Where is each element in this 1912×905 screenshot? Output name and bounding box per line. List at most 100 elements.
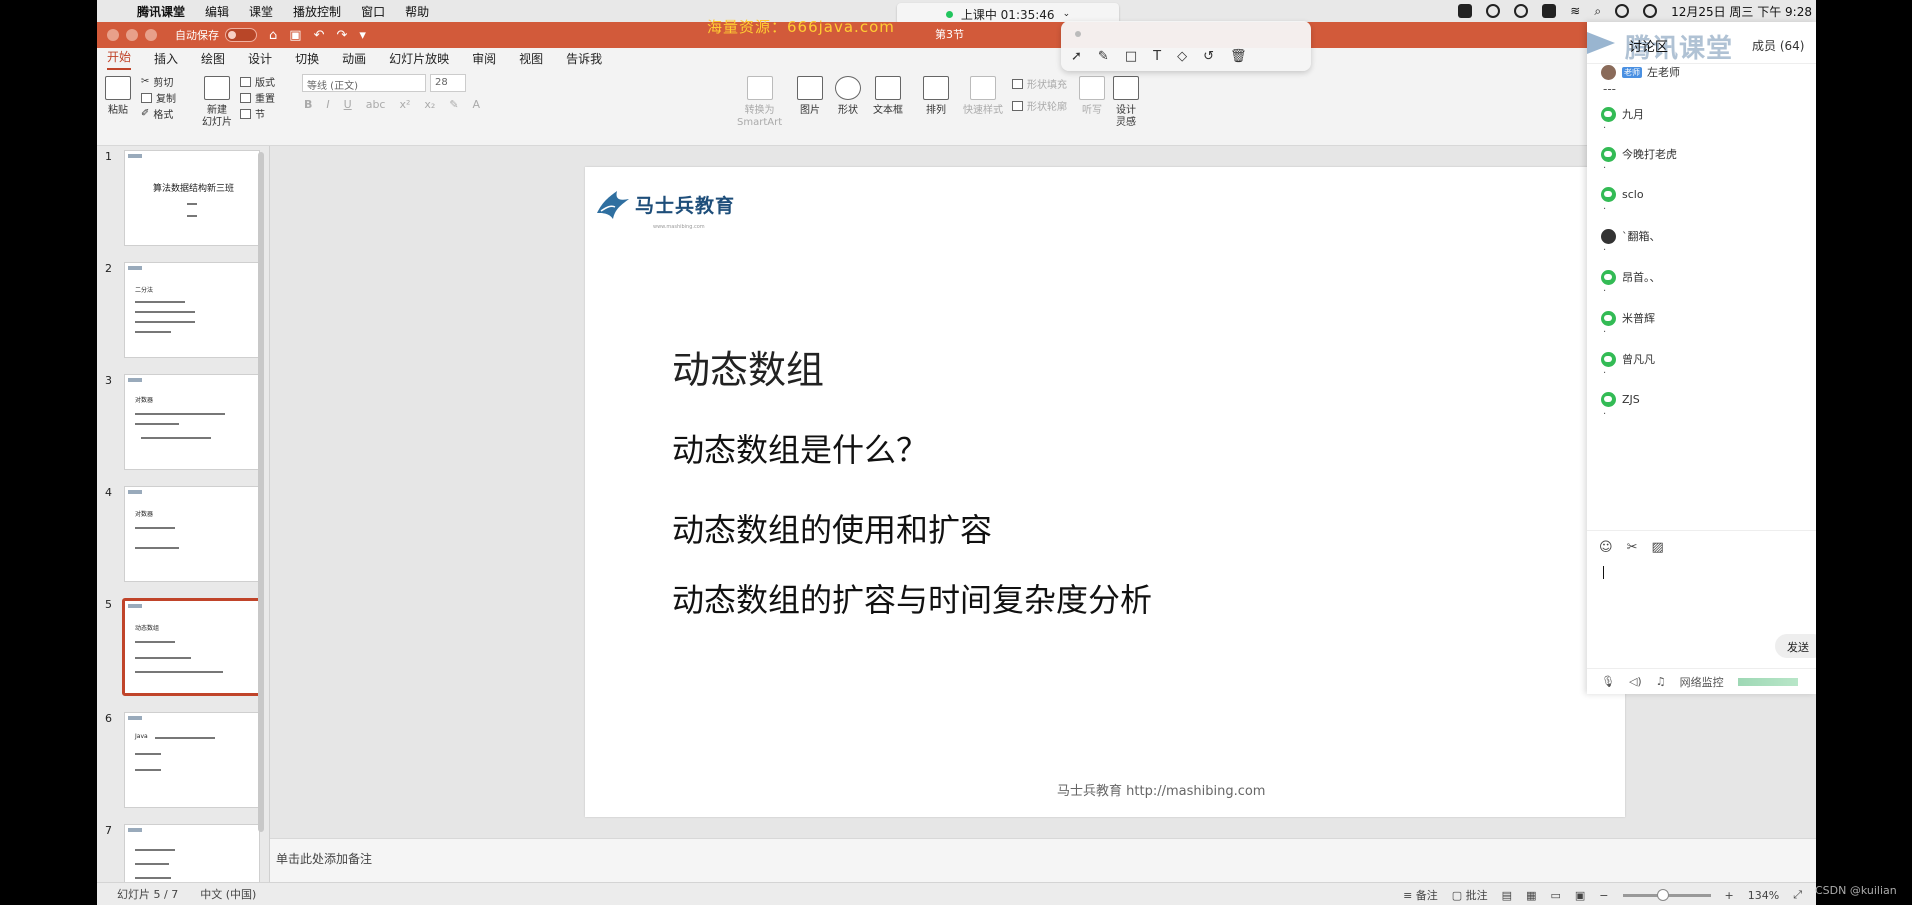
- tab-insert[interactable]: 插入: [154, 50, 178, 70]
- new-slide-button[interactable]: 新建 幻灯片: [202, 76, 232, 129]
- comments-toggle[interactable]: ▢ 批注: [1452, 887, 1488, 903]
- chat-input-caret[interactable]: [1603, 566, 1604, 579]
- avatar[interactable]: [1601, 392, 1616, 407]
- rectangle-icon[interactable]: □: [1125, 49, 1137, 64]
- status-app-icon[interactable]: [1458, 4, 1473, 18]
- minimize-window-button[interactable]: [126, 29, 138, 41]
- strikethrough-icon[interactable]: abc: [366, 98, 386, 111]
- menu-app[interactable]: 腾讯课堂: [137, 3, 185, 20]
- save-icon[interactable]: ▣: [289, 28, 301, 43]
- menu-help[interactable]: 帮助: [405, 3, 429, 20]
- redo-icon[interactable]: ↷: [336, 28, 347, 43]
- tab-draw[interactable]: 绘图: [201, 50, 225, 70]
- avatar[interactable]: [1601, 64, 1616, 80]
- clock[interactable]: 12月25日 周三 下午 9:28: [1671, 3, 1812, 20]
- language-indicator[interactable]: 中文 (中国): [200, 886, 256, 902]
- slideshow-view-icon[interactable]: ▣: [1575, 889, 1585, 902]
- control-center-icon[interactable]: [1615, 4, 1630, 18]
- shape-fill-button[interactable]: 形状填充: [1012, 76, 1067, 91]
- avatar[interactable]: [1601, 187, 1616, 202]
- wifi-icon[interactable]: ≋: [1570, 4, 1580, 18]
- slide-bullet-2[interactable]: 动态数组的使用和扩容: [672, 505, 992, 551]
- status-app-icon-3[interactable]: [1514, 4, 1529, 18]
- superscript-icon[interactable]: x²: [399, 98, 410, 111]
- search-icon[interactable]: ⌕: [1594, 4, 1601, 19]
- slide-bullet-1[interactable]: 动态数组是什么？: [672, 425, 928, 471]
- thumbnail-scrollbar[interactable]: [258, 152, 264, 832]
- shape-outline-button[interactable]: 形状轮廓: [1012, 98, 1067, 113]
- textbox-button[interactable]: 文本框: [873, 76, 903, 117]
- zoom-slider-knob[interactable]: [1656, 888, 1669, 901]
- tab-review[interactable]: 审阅: [472, 50, 496, 70]
- menu-edit[interactable]: 编辑: [205, 3, 229, 20]
- bold-icon[interactable]: B: [304, 98, 312, 111]
- slide-sorter-icon[interactable]: ▦: [1526, 889, 1536, 902]
- italic-icon[interactable]: I: [326, 98, 329, 111]
- tab-view[interactable]: 视图: [519, 50, 543, 70]
- eraser-icon[interactable]: ◇: [1177, 49, 1187, 64]
- menu-playback[interactable]: 播放控制: [293, 3, 341, 20]
- highlight-icon[interactable]: ✎: [449, 98, 458, 111]
- reset-button[interactable]: 重置: [240, 90, 275, 105]
- zoom-in-icon[interactable]: +: [1725, 889, 1734, 902]
- dictate-button[interactable]: 听写: [1079, 76, 1105, 117]
- status-app-icon-4[interactable]: [1542, 4, 1557, 18]
- slide-bullet-3[interactable]: 动态数组的扩容与时间复杂度分析: [672, 575, 1152, 621]
- subscript-icon[interactable]: x₂: [424, 98, 435, 111]
- menu-class[interactable]: 课堂: [249, 3, 273, 20]
- chat-title[interactable]: 讨论区: [1629, 36, 1668, 55]
- cut-button[interactable]: ✂ 剪切: [141, 74, 173, 89]
- tab-animations[interactable]: 动画: [342, 50, 366, 70]
- image-icon[interactable]: ▨: [1651, 540, 1663, 555]
- design-ideas-button[interactable]: 设计 灵感: [1113, 76, 1139, 129]
- screenshot-icon[interactable]: ✂: [1627, 540, 1638, 555]
- status-app-icon-2[interactable]: [1486, 4, 1501, 18]
- notes-toggle[interactable]: ≡ 备注: [1403, 887, 1438, 903]
- copy-button[interactable]: 复制: [141, 90, 176, 105]
- customize-toolbar-icon[interactable]: ▾: [359, 28, 366, 43]
- menu-window[interactable]: 窗口: [361, 3, 385, 20]
- section-button[interactable]: 节: [240, 106, 265, 121]
- arrange-button[interactable]: 排列: [923, 76, 949, 117]
- emoji-icon[interactable]: ☺: [1599, 540, 1613, 555]
- pen-icon[interactable]: ✎: [1098, 49, 1109, 64]
- normal-view-icon[interactable]: ▤: [1502, 889, 1512, 902]
- fit-to-window-icon[interactable]: ⤢: [1793, 888, 1802, 902]
- send-button[interactable]: 发送: [1775, 634, 1816, 658]
- member-count[interactable]: 成员 (64): [1752, 37, 1804, 54]
- slide-heading[interactable]: 动态数组: [672, 339, 824, 394]
- quick-styles-button[interactable]: 快速样式: [963, 76, 1003, 117]
- zoom-window-button[interactable]: [145, 29, 157, 41]
- font-name-select[interactable]: 等线 (正文): [302, 74, 426, 92]
- close-window-button[interactable]: [107, 29, 119, 41]
- microphone-icon[interactable]: 🎙: [1601, 675, 1615, 688]
- music-icon[interactable]: ♫: [1656, 675, 1666, 688]
- text-tool-icon[interactable]: T: [1153, 49, 1161, 64]
- network-monitor-label[interactable]: 网络监控: [1680, 674, 1724, 690]
- tab-tell-me[interactable]: 告诉我: [566, 50, 602, 70]
- font-size-select[interactable]: 28: [430, 74, 466, 92]
- font-color-icon[interactable]: A: [473, 98, 481, 111]
- home-icon[interactable]: ⌂: [269, 28, 277, 43]
- current-slide[interactable]: 马士兵教育 www.mashibing.com 动态数组 动态数组是什么？ 动态…: [585, 167, 1625, 817]
- format-painter-button[interactable]: ✐ 格式: [141, 106, 173, 121]
- paste-button[interactable]: 粘贴: [105, 76, 131, 117]
- zoom-out-icon[interactable]: −: [1599, 889, 1608, 902]
- zoom-slider[interactable]: [1622, 888, 1711, 901]
- siri-icon[interactable]: [1643, 4, 1658, 18]
- speaker-icon[interactable]: ◁): [1629, 675, 1642, 688]
- tab-home[interactable]: 开始: [107, 48, 132, 70]
- pointer-icon[interactable]: ➚: [1071, 49, 1082, 64]
- shape-button[interactable]: 形状: [835, 76, 861, 117]
- autosave[interactable]: 自动保存: [175, 27, 257, 43]
- tab-slideshow[interactable]: 幻灯片放映: [389, 50, 449, 70]
- autosave-toggle[interactable]: [225, 28, 257, 42]
- underline-icon[interactable]: U: [344, 98, 352, 111]
- notes-pane[interactable]: 单击此处添加备注: [270, 838, 1816, 882]
- undo-icon[interactable]: ↶: [314, 28, 325, 43]
- tab-transitions[interactable]: 切换: [295, 50, 319, 70]
- apple-icon[interactable]: [111, 4, 125, 18]
- drag-handle-icon[interactable]: [1075, 31, 1081, 37]
- layout-button[interactable]: 版式: [240, 74, 275, 89]
- undo-annotation-icon[interactable]: ↺: [1203, 49, 1214, 64]
